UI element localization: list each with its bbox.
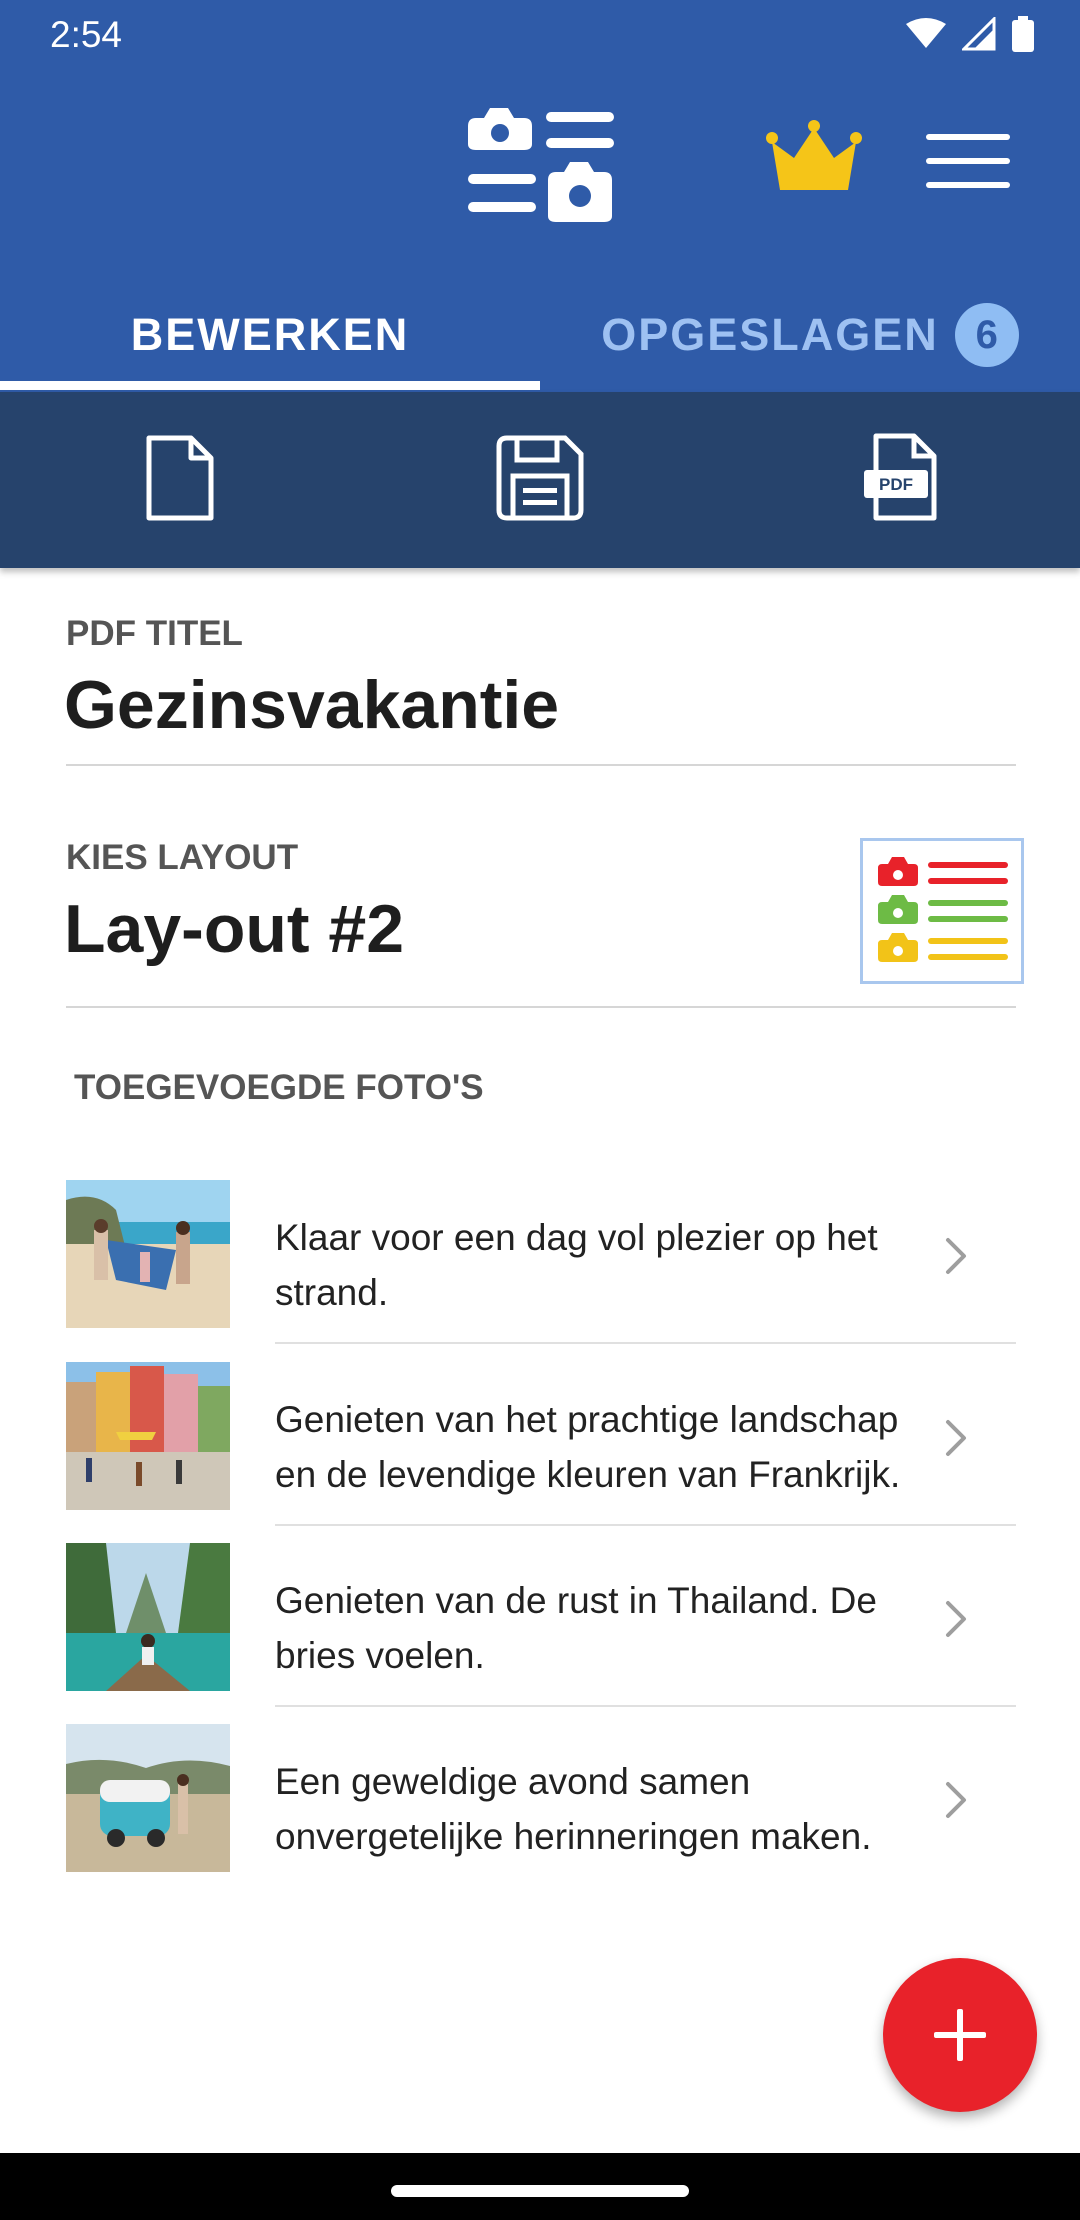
new-document-icon [146, 435, 214, 521]
chevron-right-icon [946, 1601, 966, 1637]
add-photo-button[interactable] [883, 1958, 1037, 2112]
saved-count-badge: 6 [954, 303, 1019, 367]
pdf-icon-text: PDF [879, 475, 913, 494]
photo-caption: Genieten van de rust in Thailand. De bri… [275, 1580, 877, 1676]
photo-caption: Een geweldige avond samen onvergetelijke… [275, 1761, 872, 1857]
status-icons [906, 16, 1034, 52]
crown-icon[interactable] [766, 120, 862, 196]
signal-icon [962, 17, 996, 51]
layout-preview[interactable] [860, 838, 1024, 984]
plus-icon [934, 2009, 986, 2061]
photo-caption: Genieten van het prachtige landschap en … [275, 1399, 901, 1495]
pdf-title-label: PDF TITEL [66, 614, 243, 653]
chevron-right-icon [946, 1782, 966, 1818]
action-toolbar: PDF [0, 392, 1080, 568]
item-divider [275, 1524, 1016, 1526]
save-button[interactable] [490, 428, 590, 528]
photo-list-item[interactable]: Genieten van de rust in Thailand. De bri… [66, 1543, 1016, 1707]
photo-list-logo-icon [468, 108, 614, 222]
photo-list-item[interactable]: Een geweldige avond samen onvergetelijke… [66, 1724, 1016, 1874]
pdf-title-divider [66, 764, 1016, 766]
battery-icon [1012, 16, 1034, 52]
pdf-file-icon: PDF [864, 433, 937, 521]
tab-opgeslagen[interactable]: OPGESLAGEN 6 [540, 280, 1080, 390]
tab-bewerken-label: BEWERKEN [130, 309, 410, 360]
layout-preview-icon [878, 857, 1008, 962]
photo-thumbnail-van [66, 1724, 230, 1872]
app-header: 2:54 BEWERKEN OPGESLAGEN 6 [0, 0, 1080, 392]
wifi-icon [906, 18, 946, 48]
photos-section-label: TOEGEVOEGDE FOTO'S [74, 1068, 484, 1107]
chevron-right-icon [946, 1420, 966, 1456]
photo-thumbnail-thailand [66, 1543, 230, 1691]
photo-list-item[interactable]: Klaar voor een dag vol plezier op het st… [66, 1180, 1016, 1344]
new-document-button[interactable] [130, 428, 230, 528]
photo-list-item[interactable]: Genieten van het prachtige landschap en … [66, 1362, 1016, 1526]
item-divider [275, 1705, 1016, 1707]
layout-value[interactable]: Lay-out #2 [64, 890, 404, 968]
floppy-save-icon [496, 435, 584, 521]
photo-thumbnail-france [66, 1362, 230, 1510]
tab-opgeslagen-label: OPGESLAGEN [601, 309, 939, 360]
layout-divider [66, 1006, 1016, 1008]
item-divider [275, 1342, 1016, 1344]
tab-bewerken[interactable]: BEWERKEN [0, 280, 540, 390]
status-time: 2:54 [50, 14, 123, 55]
photo-thumbnail-beach [66, 1180, 230, 1328]
chevron-right-icon [946, 1238, 966, 1274]
export-pdf-button[interactable]: PDF [852, 428, 952, 528]
active-tab-indicator [0, 381, 540, 390]
home-gesture-pill[interactable] [391, 2185, 689, 2197]
layout-label: KIES LAYOUT [66, 838, 299, 877]
pdf-title-input[interactable]: Gezinsvakantie [64, 666, 559, 744]
hamburger-menu-icon[interactable] [926, 134, 1010, 188]
photo-caption: Klaar voor een dag vol plezier op het st… [275, 1217, 878, 1313]
